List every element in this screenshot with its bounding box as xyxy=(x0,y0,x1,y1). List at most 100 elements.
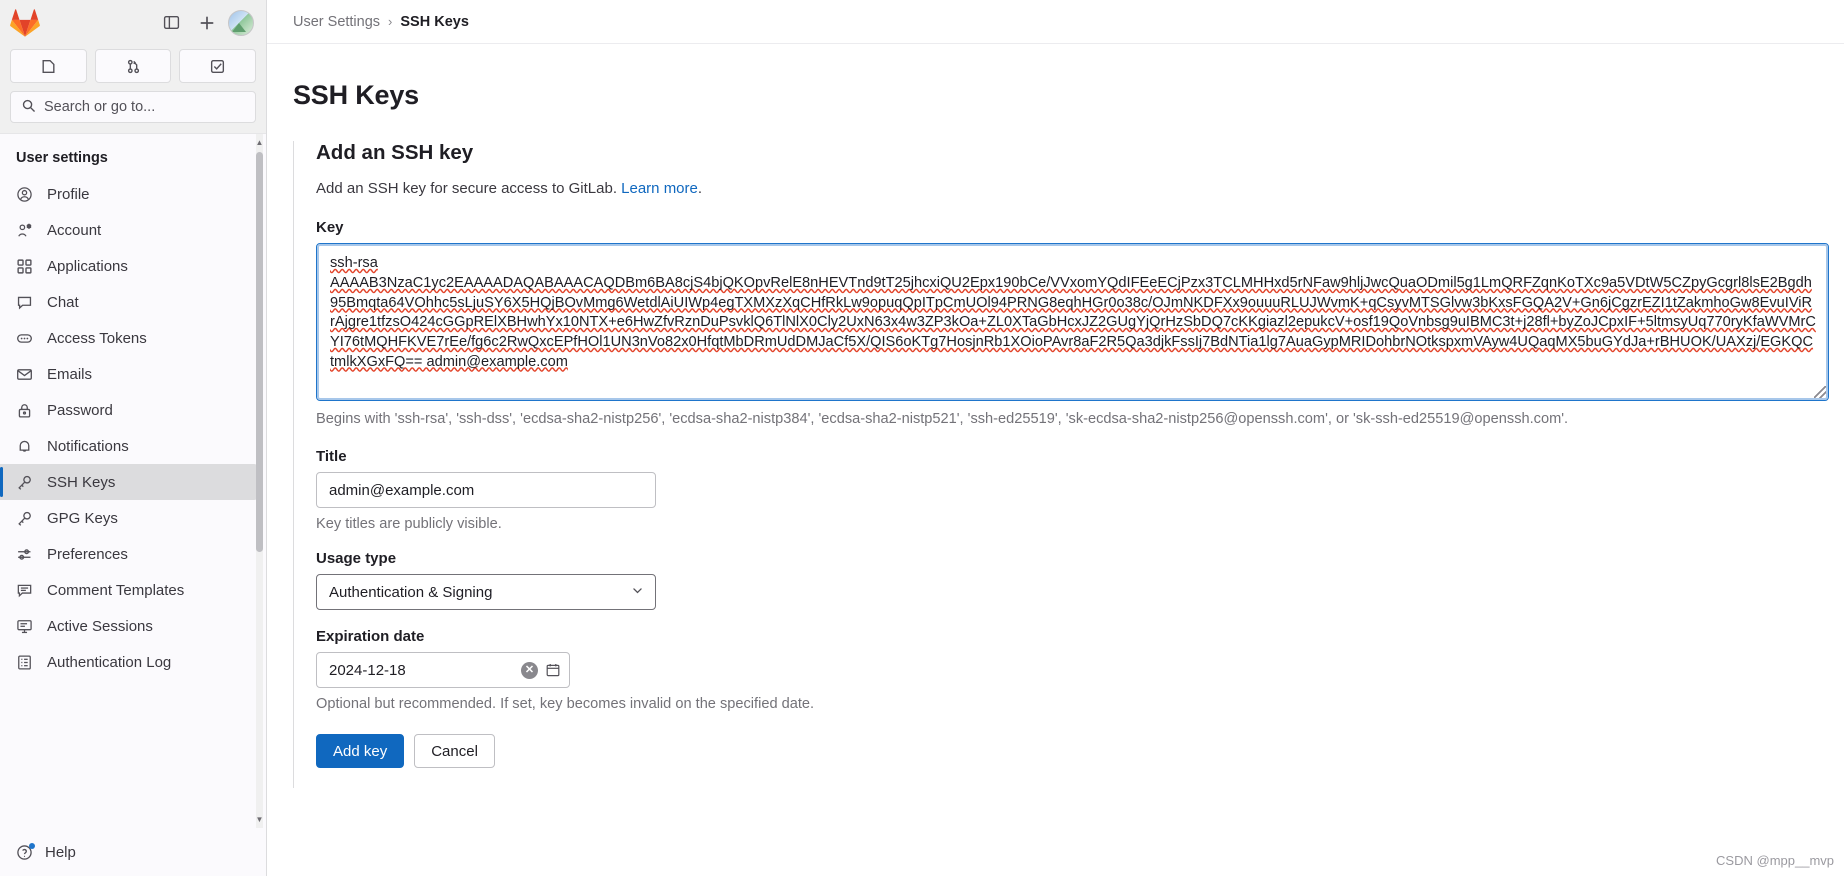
active-sessions-icon xyxy=(16,618,33,635)
sidebar-item-authentication-log[interactable]: Authentication Log xyxy=(0,644,258,680)
emails-icon xyxy=(16,366,33,383)
sidebar-item-emails[interactable]: Emails xyxy=(0,356,258,392)
usage-type-label: Usage type xyxy=(316,550,397,568)
key-label: Key xyxy=(316,219,344,237)
help-icon xyxy=(16,843,35,861)
sidebar-item-label: Applications xyxy=(47,257,128,275)
preferences-icon xyxy=(16,546,33,563)
sidebar-item-comment-templates[interactable]: Comment Templates xyxy=(0,572,258,608)
scroll-down-icon[interactable]: ▼ xyxy=(255,813,264,826)
breadcrumb-current: SSH Keys xyxy=(400,13,469,30)
page-title: SSH Keys xyxy=(293,80,419,111)
ssh-keys-icon xyxy=(16,474,33,491)
learn-more-link[interactable]: Learn more xyxy=(621,180,698,197)
watermark: CSDN @mpp__mvp xyxy=(1716,853,1834,868)
calendar-icon[interactable] xyxy=(545,662,561,678)
form-actions: Add key Cancel xyxy=(316,734,1823,788)
sidebar-item-preferences[interactable]: Preferences xyxy=(0,536,258,572)
add-ssh-key-form: Add an SSH key Add an SSH key for secure… xyxy=(293,141,1829,789)
gpg-keys-icon xyxy=(16,510,33,527)
sidebar-item-notifications[interactable]: Notifications xyxy=(0,428,258,464)
create-new-icon[interactable] xyxy=(192,8,222,38)
sidebar-item-label: Active Sessions xyxy=(47,617,153,635)
sidebar-item-password[interactable]: Password xyxy=(0,392,258,428)
applications-icon xyxy=(16,258,33,275)
key-value: ssh-rsa AAAAB3NzaC1yc2EAAAADAQABAAACAQDB… xyxy=(330,255,1816,370)
search-icon xyxy=(21,98,36,117)
key-input[interactable]: ssh-rsa AAAAB3NzaC1yc2EAAAADAQABAAACAQDB… xyxy=(316,243,1829,402)
main-content: User Settings › SSH Keys SSH Keys Add an… xyxy=(267,0,1844,876)
usage-type-select[interactable]: Authentication & Signing xyxy=(316,574,656,611)
sidebar-item-label: Account xyxy=(47,221,102,239)
account-icon xyxy=(16,222,33,239)
sidebar-nav-list: Profile Account Applications Chat Access… xyxy=(0,176,266,680)
sidebar-item-label: Chat xyxy=(47,293,79,311)
expiration-block: Expiration date 2024-12-18 ✕ Optional bu… xyxy=(316,628,1823,712)
sidebar-nav-scroll: User settings Profile Account Applicatio… xyxy=(0,133,266,828)
breadcrumb: User Settings › SSH Keys xyxy=(267,0,1844,44)
form-title: Add an SSH key xyxy=(316,141,474,165)
sidebar-item-label: Access Tokens xyxy=(47,329,147,347)
app-root: Search or go to... User settings Profile xyxy=(0,0,1844,876)
usage-type-block: Usage type Authentication & Signing xyxy=(316,550,1823,611)
expiration-help-text: Optional but recommended. If set, key be… xyxy=(316,696,815,713)
sidebar-item-gpg-keys[interactable]: GPG Keys xyxy=(0,500,258,536)
search-input[interactable]: Search or go to... xyxy=(10,91,256,123)
title-field-block: Title admin@example.com Key titles are p… xyxy=(316,448,1823,532)
toggle-sidebar-icon[interactable] xyxy=(156,8,186,38)
date-input-actions: ✕ xyxy=(521,661,561,679)
sidebar-item-access-tokens[interactable]: Access Tokens xyxy=(0,320,258,356)
sidebar-header xyxy=(0,0,266,45)
title-label: Title xyxy=(316,448,347,466)
chat-icon xyxy=(16,294,33,311)
avatar[interactable] xyxy=(228,9,254,36)
sidebar-item-label: Password xyxy=(47,401,113,419)
sidebar-item-label: GPG Keys xyxy=(47,509,118,527)
sidebar: Search or go to... User settings Profile xyxy=(0,0,267,876)
sidebar-item-label: Notifications xyxy=(47,437,129,455)
notifications-icon xyxy=(16,438,33,455)
sidebar-section-title: User settings xyxy=(16,150,108,166)
access-tokens-icon xyxy=(16,330,33,347)
sidebar-item-label: SSH Keys xyxy=(47,473,116,491)
breadcrumb-separator-icon: › xyxy=(388,14,393,29)
sidebar-item-profile[interactable]: Profile xyxy=(0,176,258,212)
sidebar-item-applications[interactable]: Applications xyxy=(0,248,258,284)
resize-handle[interactable] xyxy=(1814,386,1826,399)
chevron-down-icon xyxy=(630,583,645,602)
scrollbar-thumb[interactable] xyxy=(256,152,263,552)
todos-icon[interactable] xyxy=(179,49,257,83)
sidebar-item-active-sessions[interactable]: Active Sessions xyxy=(0,608,258,644)
expiration-label: Expiration date xyxy=(316,628,425,646)
sidebar-item-label: Preferences xyxy=(47,545,128,563)
key-help-text: Begins with 'ssh-rsa', 'ssh-dss', 'ecdsa… xyxy=(316,411,1569,428)
title-value: admin@example.com xyxy=(329,481,475,499)
title-input[interactable]: admin@example.com xyxy=(316,472,656,509)
clear-icon[interactable]: ✕ xyxy=(521,661,538,679)
sidebar-scrollbar[interactable]: ▲ ▼ xyxy=(254,134,264,828)
password-icon xyxy=(16,402,33,419)
sidebar-item-ssh-keys[interactable]: SSH Keys xyxy=(0,464,258,500)
title-help-text: Key titles are publicly visible. xyxy=(316,516,502,533)
usage-type-value: Authentication & Signing xyxy=(329,583,493,601)
sidebar-item-help[interactable]: Help xyxy=(0,828,266,876)
comment-templates-icon xyxy=(16,582,33,599)
help-badge xyxy=(29,843,35,849)
merge-requests-icon[interactable] xyxy=(94,49,172,83)
breadcrumb-parent[interactable]: User Settings xyxy=(293,14,380,30)
expiration-value: 2024-12-18 xyxy=(329,661,406,679)
add-key-button[interactable]: Add key xyxy=(316,734,405,769)
scroll-up-icon[interactable]: ▲ xyxy=(255,136,264,149)
issues-icon[interactable] xyxy=(10,49,87,83)
sidebar-item-account[interactable]: Account xyxy=(0,212,258,248)
cancel-button[interactable]: Cancel xyxy=(414,734,495,769)
sidebar-item-chat[interactable]: Chat xyxy=(0,284,258,320)
sidebar-item-label: Authentication Log xyxy=(47,653,172,671)
sidebar-quick-actions xyxy=(0,45,266,91)
expiration-date-input[interactable]: 2024-12-18 ✕ xyxy=(316,652,570,689)
sidebar-item-label: Comment Templates xyxy=(47,581,185,599)
form-description: Add an SSH key for secure access to GitL… xyxy=(316,180,1823,197)
sidebar-item-label: Profile xyxy=(47,185,90,203)
gitlab-logo-icon[interactable] xyxy=(10,8,40,38)
sidebar-help-label: Help xyxy=(45,844,76,861)
